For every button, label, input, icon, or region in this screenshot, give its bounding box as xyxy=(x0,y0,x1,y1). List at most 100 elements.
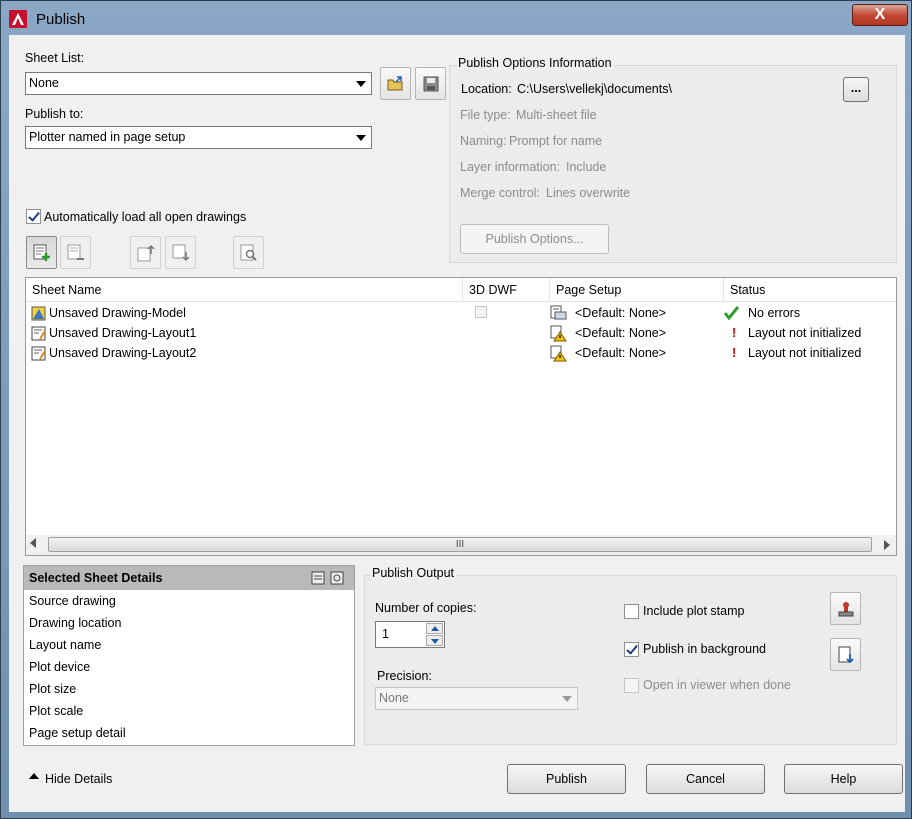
title-bar[interactable]: Publish X xyxy=(1,1,911,33)
column-header-status[interactable]: Status xyxy=(724,278,896,302)
model-sheet-icon xyxy=(31,306,46,321)
collapse-up-arrow-icon[interactable] xyxy=(29,773,39,779)
selected-sheet-details-panel: Selected Sheet Details Source drawing Dr… xyxy=(23,565,355,746)
page-setup-icon xyxy=(550,305,567,320)
publish-details-button[interactable] xyxy=(830,638,861,671)
naming-label: Naming: xyxy=(460,134,507,148)
sheet-name: Unsaved Drawing-Model xyxy=(49,306,186,320)
table-row[interactable]: Unsaved Drawing-Layout2 <Default: None> … xyxy=(26,343,896,363)
error-exclamation-icon: ! xyxy=(732,326,737,340)
publish-options-info-title: Publish Options Information xyxy=(458,56,614,70)
table-row[interactable]: Unsaved Drawing-Layout1 <Default: None> … xyxy=(26,323,896,343)
move-sheet-up-button[interactable] xyxy=(130,236,161,269)
details-view-icon[interactable] xyxy=(311,571,325,585)
publish-to-value: Plotter named in page setup xyxy=(29,130,186,144)
merge-control-value: Lines overwrite xyxy=(546,186,631,200)
auto-load-checkbox[interactable] xyxy=(26,209,41,224)
publish-to-select[interactable]: Plotter named in page setup xyxy=(25,126,372,149)
column-header-sheet-name[interactable]: Sheet Name xyxy=(26,278,463,302)
auto-load-label: Automatically load all open drawings xyxy=(44,210,247,224)
move-down-icon xyxy=(172,244,190,262)
move-sheet-down-button[interactable] xyxy=(165,236,196,269)
3d-dwf-checkbox[interactable] xyxy=(475,306,487,318)
add-sheet-icon xyxy=(33,244,50,261)
copies-value: 1 xyxy=(382,627,389,641)
stamp-icon xyxy=(838,602,854,617)
details-title: Selected Sheet Details xyxy=(29,571,163,585)
publish-to-label: Publish to: xyxy=(25,107,84,121)
ok-checkmark-icon xyxy=(724,306,739,320)
status-value: Layout not initialized xyxy=(748,346,862,360)
remove-sheet-icon xyxy=(67,244,84,260)
scroll-thumb[interactable]: III xyxy=(48,537,872,552)
remove-sheets-button[interactable] xyxy=(60,236,91,269)
layout-sheet-icon xyxy=(31,346,46,361)
document-download-icon xyxy=(838,646,854,664)
details-item-plot-size: Plot size xyxy=(29,682,77,696)
status-value: Layout not initialized xyxy=(748,326,862,340)
sheet-name: Unsaved Drawing-Layout2 xyxy=(49,346,197,360)
publish-button[interactable]: Publish xyxy=(507,764,626,794)
cancel-button[interactable]: Cancel xyxy=(646,764,765,794)
page-setup-warning-icon xyxy=(550,345,567,362)
precision-select[interactable]: None xyxy=(375,687,578,710)
page-setup-value: <Default: None> xyxy=(575,346,667,360)
details-item-source-drawing: Source drawing xyxy=(29,594,116,608)
sheet-table: Sheet Name 3D DWF Page Setup Status Unsa… xyxy=(25,277,897,556)
chevron-down-icon xyxy=(356,81,366,87)
dialog-body: Sheet List: None Publish to: Plotter nam… xyxy=(9,35,905,812)
publish-output-title: Publish Output xyxy=(372,566,456,580)
close-button[interactable]: X xyxy=(852,4,908,26)
details-item-plot-scale: Plot scale xyxy=(29,704,84,718)
copies-up-button[interactable] xyxy=(426,623,443,634)
copies-down-button[interactable] xyxy=(426,635,443,646)
window-title: Publish xyxy=(36,11,86,28)
browse-location-button[interactable]: ... xyxy=(843,77,869,102)
location-label: Location: xyxy=(461,82,512,96)
chevron-down-icon xyxy=(562,696,572,702)
plot-stamp-settings-button[interactable] xyxy=(830,592,861,625)
layer-info-value: Include xyxy=(566,160,607,174)
hide-details-link[interactable]: Hide Details xyxy=(45,772,112,786)
open-in-viewer-checkbox[interactable] xyxy=(624,678,639,693)
table-row[interactable]: Unsaved Drawing-Model <Default: None> No… xyxy=(26,303,896,323)
preview-button[interactable] xyxy=(233,236,264,269)
details-refresh-icon[interactable] xyxy=(330,571,344,585)
details-item-drawing-location: Drawing location xyxy=(29,616,122,630)
scroll-left-arrow-icon[interactable] xyxy=(30,538,36,548)
scroll-right-arrow-icon[interactable] xyxy=(884,540,890,550)
layout-sheet-icon xyxy=(31,326,46,341)
folder-open-icon xyxy=(387,76,403,91)
save-disk-icon xyxy=(423,76,439,92)
details-item-layout-name: Layout name xyxy=(29,638,102,652)
preview-magnifier-icon xyxy=(240,244,257,261)
sheet-list-select[interactable]: None xyxy=(25,72,372,95)
precision-value: None xyxy=(379,691,409,705)
file-type-value: Multi-sheet file xyxy=(516,108,597,122)
chevron-up-icon xyxy=(431,626,439,631)
save-sheet-list-button[interactable] xyxy=(415,67,446,100)
publish-options-button[interactable]: Publish Options... xyxy=(460,224,609,254)
sheet-name: Unsaved Drawing-Layout1 xyxy=(49,326,197,340)
copies-stepper[interactable]: 1 xyxy=(375,621,445,648)
details-header: Selected Sheet Details xyxy=(24,566,354,590)
naming-value: Prompt for name xyxy=(509,134,603,148)
table-header: Sheet Name 3D DWF Page Setup Status xyxy=(26,278,896,302)
copies-label: Number of copies: xyxy=(375,601,477,615)
details-item-page-setup-detail: Page setup detail xyxy=(29,726,126,740)
status-value: No errors xyxy=(748,306,801,320)
load-sheet-list-button[interactable] xyxy=(380,67,411,100)
horizontal-scrollbar[interactable]: III xyxy=(26,535,896,555)
autocad-logo-icon xyxy=(9,10,27,28)
file-type-label: File type: xyxy=(460,108,511,122)
column-header-3d-dwf[interactable]: 3D DWF xyxy=(463,278,550,302)
publish-in-background-checkbox[interactable] xyxy=(624,642,639,657)
publish-dialog: Publish X Sheet List: None Publish to: P… xyxy=(0,0,912,819)
error-exclamation-icon: ! xyxy=(732,346,737,360)
help-button[interactable]: Help xyxy=(784,764,903,794)
column-header-page-setup[interactable]: Page Setup xyxy=(550,278,724,302)
precision-label: Precision: xyxy=(377,669,432,683)
include-plot-stamp-checkbox[interactable] xyxy=(624,604,639,619)
include-plot-stamp-label: Include plot stamp xyxy=(643,604,745,618)
add-sheets-button[interactable] xyxy=(26,236,57,269)
